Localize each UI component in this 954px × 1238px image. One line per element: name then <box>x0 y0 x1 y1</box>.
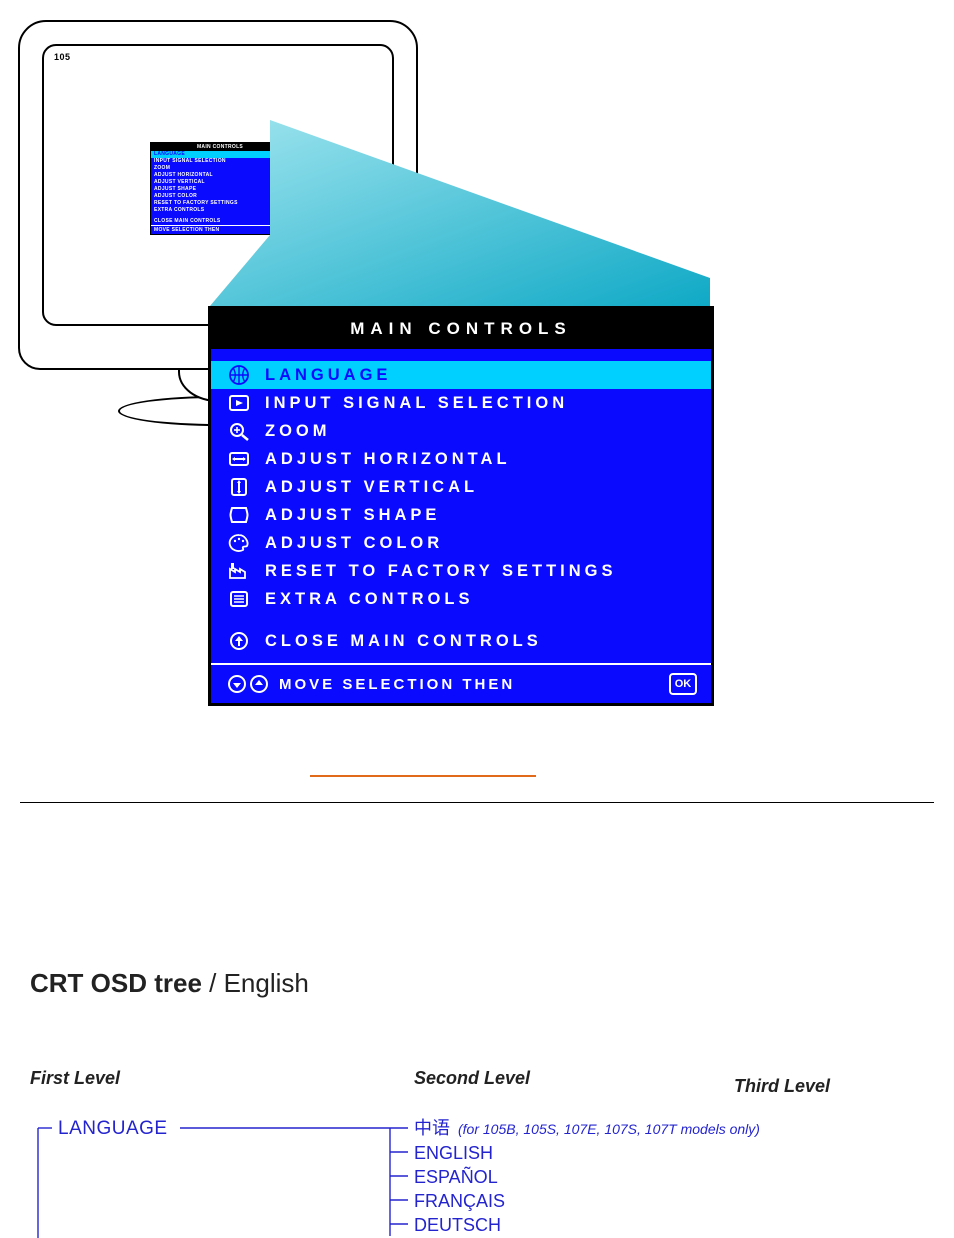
ok-button-icon[interactable]: OK <box>669 673 697 695</box>
osd-item-label: LANGUAGE <box>265 366 391 385</box>
heading-bold: CRT OSD tree <box>30 968 202 998</box>
tiny-osd-row: ADJUST VERTICAL <box>151 179 289 186</box>
osd-item-label: ADJUST SHAPE <box>265 506 440 525</box>
monitor-model-badge: 105 <box>54 52 71 62</box>
extra-icon <box>227 588 251 610</box>
tiny-osd-row: ADJUST COLOR <box>151 193 289 200</box>
osd-item-adjust-horizontal[interactable]: ADJUST HORIZONTAL <box>211 445 711 473</box>
heading-rest: / English <box>202 968 309 998</box>
language-option: ENGLISH <box>414 1141 493 1165</box>
osd-item-label: EXTRA CONTROLS <box>265 590 473 609</box>
tiny-osd-row: LANGUAGE <box>151 151 289 158</box>
factory-icon <box>227 560 251 582</box>
osd-item-label: RESET TO FACTORY SETTINGS <box>265 562 617 581</box>
osd-item-label: ADJUST COLOR <box>265 534 443 553</box>
osd-item-adjust-color[interactable]: ADJUST COLOR <box>211 529 711 557</box>
tiny-osd-title: MAIN CONTROLS <box>151 143 289 151</box>
horiz-icon <box>227 448 251 470</box>
section-heading: CRT OSD tree / English <box>30 968 309 999</box>
osd-footer: MOVE SELECTION THEN OK <box>211 663 711 703</box>
tiny-osd-preview: MAIN CONTROLS LANGUAGE INPUT SIGNAL SELE… <box>150 142 290 235</box>
globe-icon <box>227 364 251 386</box>
column-header-third: Third Level <box>734 1076 830 1097</box>
column-header-first: First Level <box>30 1068 120 1089</box>
osd-item-zoom[interactable]: ZOOM <box>211 417 711 445</box>
osd-item-input-signal[interactable]: INPUT SIGNAL SELECTION <box>211 389 711 417</box>
osd-item-adjust-vertical[interactable]: ADJUST VERTICAL <box>211 473 711 501</box>
list-item: DEUTSCH <box>414 1213 760 1231</box>
osd-item-language[interactable]: LANGUAGE <box>211 361 711 389</box>
close-circle-icon <box>227 630 251 652</box>
tiny-osd-row: CLOSE MAIN CONTROLS <box>151 218 289 225</box>
osd-item-extra-controls[interactable]: EXTRA CONTROLS <box>211 585 711 613</box>
osd-main-controls: MAIN CONTROLS LANGUAGE INPUT SIGNAL SELE… <box>208 306 714 706</box>
language-note: (for 105B, 105S, 107E, 107S, 107T models… <box>458 1117 760 1141</box>
tiny-osd-row: RESET TO FACTORY SETTINGS <box>151 200 289 207</box>
tiny-osd-row: ADJUST SHAPE <box>151 186 289 193</box>
magnifier-icon <box>227 420 251 442</box>
column-header-second: Second Level <box>414 1068 530 1089</box>
tiny-osd-row: ZOOM <box>151 165 289 172</box>
tiny-osd-row: INPUT SIGNAL SELECTION <box>151 158 289 165</box>
tiny-osd-row: ADJUST HORIZONTAL <box>151 172 289 179</box>
language-option: ESPAÑOL <box>414 1165 498 1189</box>
osd-footer-text: MOVE SELECTION THEN <box>279 676 659 693</box>
list-item: ENGLISH <box>414 1141 760 1165</box>
list-item: ESPAÑOL <box>414 1165 760 1189</box>
language-option: DEUTSCH <box>414 1213 501 1231</box>
osd-item-reset-factory[interactable]: RESET TO FACTORY SETTINGS <box>211 557 711 585</box>
divider-page <box>20 802 934 803</box>
input-icon <box>227 392 251 414</box>
osd-item-close[interactable]: CLOSE MAIN CONTROLS <box>211 627 711 655</box>
vert-icon <box>227 476 251 498</box>
osd-title: MAIN CONTROLS <box>211 309 711 349</box>
osd-item-adjust-shape[interactable]: ADJUST SHAPE <box>211 501 711 529</box>
osd-item-label: ADJUST HORIZONTAL <box>265 450 511 469</box>
language-option: 中语 <box>414 1116 450 1140</box>
tiny-osd-row: EXTRA CONTROLS <box>151 207 289 214</box>
osd-item-label: INPUT SIGNAL SELECTION <box>265 394 568 413</box>
osd-item-label: CLOSE MAIN CONTROLS <box>265 632 542 651</box>
list-item: 中语 (for 105B, 105S, 107E, 107S, 107T mod… <box>414 1116 760 1141</box>
tiny-osd-footer: MOVE SELECTION THEN <box>151 225 289 234</box>
list-item: FRANÇAIS <box>414 1189 760 1213</box>
tree-language-list: 中语 (for 105B, 105S, 107E, 107S, 107T mod… <box>414 1116 760 1231</box>
osd-item-label: ZOOM <box>265 422 331 441</box>
tree-level1-language: LANGUAGE <box>58 1118 168 1140</box>
divider-orange <box>310 775 536 777</box>
shape-icon <box>227 504 251 526</box>
palette-icon <box>227 532 251 554</box>
nav-arrows-icon <box>227 674 269 694</box>
language-option: FRANÇAIS <box>414 1189 505 1213</box>
osd-item-label: ADJUST VERTICAL <box>265 478 478 497</box>
